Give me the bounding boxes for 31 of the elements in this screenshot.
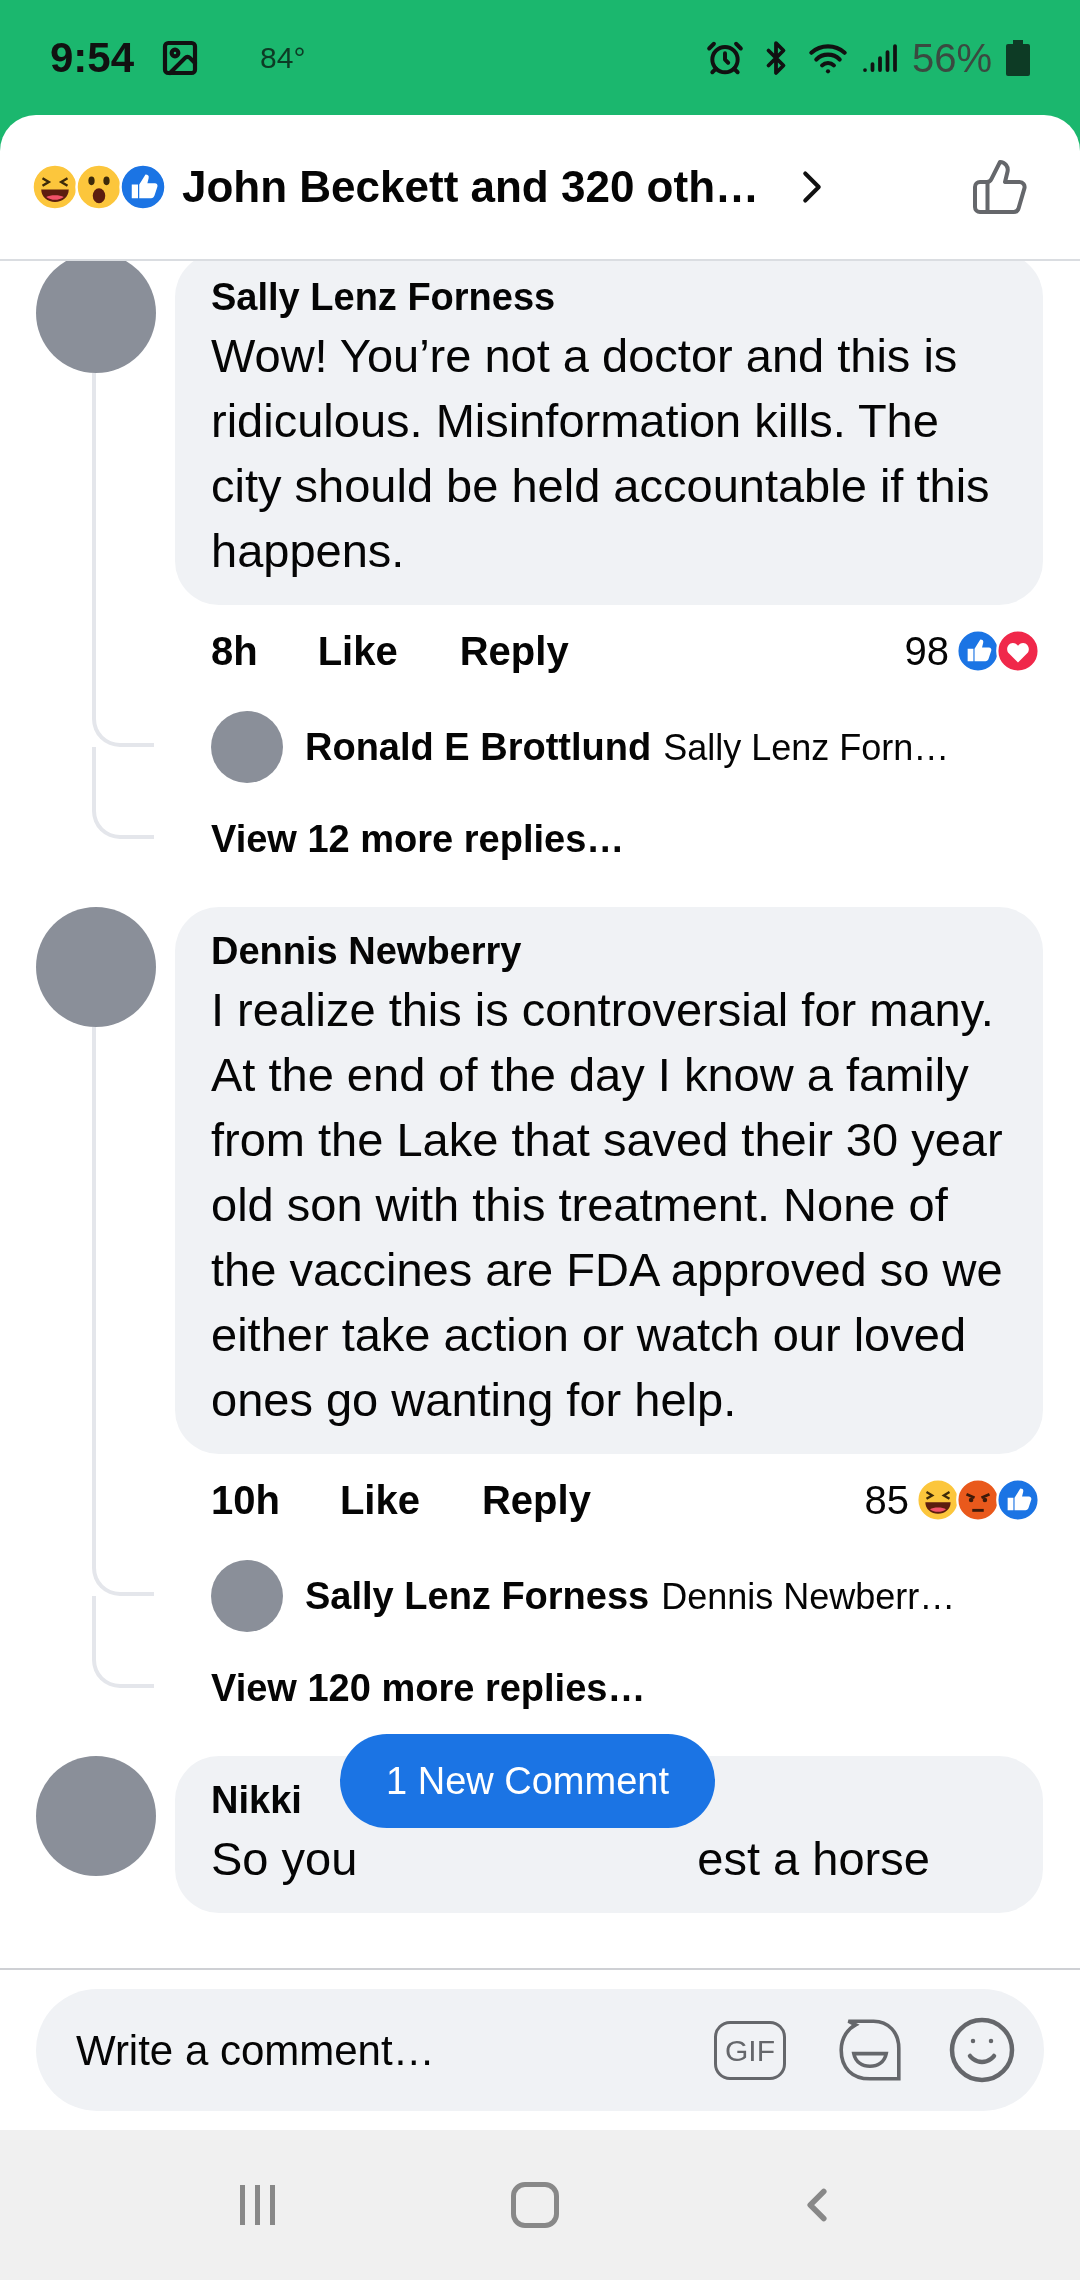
reactions-title[interactable]: John Beckett and 320 oth… (182, 154, 759, 220)
reply-author[interactable]: Ronald E Brottlund (305, 718, 652, 776)
view-more-replies-link[interactable]: View 120 more replies… (211, 1659, 646, 1717)
comment-time: 8h (211, 628, 258, 675)
status-time: 9:54 (50, 33, 135, 83)
like-link[interactable]: Like (317, 621, 398, 681)
comment-text: est a horse (697, 1831, 930, 1887)
comment-input[interactable]: Write a comment… GIF (36, 1989, 1044, 2111)
comment-time: 10h (211, 1477, 280, 1524)
new-comment-toast[interactable]: 1 New Comment (340, 1734, 715, 1828)
home-icon[interactable] (511, 2182, 559, 2228)
reaction-count: 98 (904, 628, 949, 675)
reply-link[interactable]: Reply (482, 1470, 591, 1530)
like-link[interactable]: Like (339, 1470, 420, 1530)
battery-icon (1006, 39, 1030, 76)
comment-text: I realize this is controversial for many. At the end of the day I know a family from the Lake that saved their 30 year old son with this treatment. None of the vaccines are FDA approved so we either take action or watch our loved ones go wanting for help. (211, 982, 1004, 1428)
comment-author[interactable]: Dennis Newberry (211, 925, 522, 977)
gif-button[interactable]: GIF (714, 2020, 786, 2080)
comment-author[interactable]: Sally Lenz Forness (211, 271, 556, 323)
view-more-replies-link[interactable]: View 12 more replies… (211, 810, 625, 868)
battery-percent: 56% (911, 34, 992, 82)
reply-preview: Dennis Newberr… (661, 1574, 956, 1619)
thumbs-up-icon[interactable] (970, 157, 1030, 217)
reaction-count: 85 (864, 1477, 909, 1524)
comment-text: So you (211, 1831, 358, 1887)
comment-author[interactable]: Nikki (211, 1774, 302, 1826)
reply-link[interactable]: Reply (459, 621, 569, 681)
temperature: 84° (260, 40, 306, 76)
reply-preview: Sally Lenz Forn… (663, 725, 950, 770)
comment-text: Wow! You’re not a doctor and this is ridiculous. Misinformation kills. The city should be held accountable if this happens. (211, 328, 991, 579)
reply-author[interactable]: Sally Lenz Forness (305, 1567, 650, 1625)
